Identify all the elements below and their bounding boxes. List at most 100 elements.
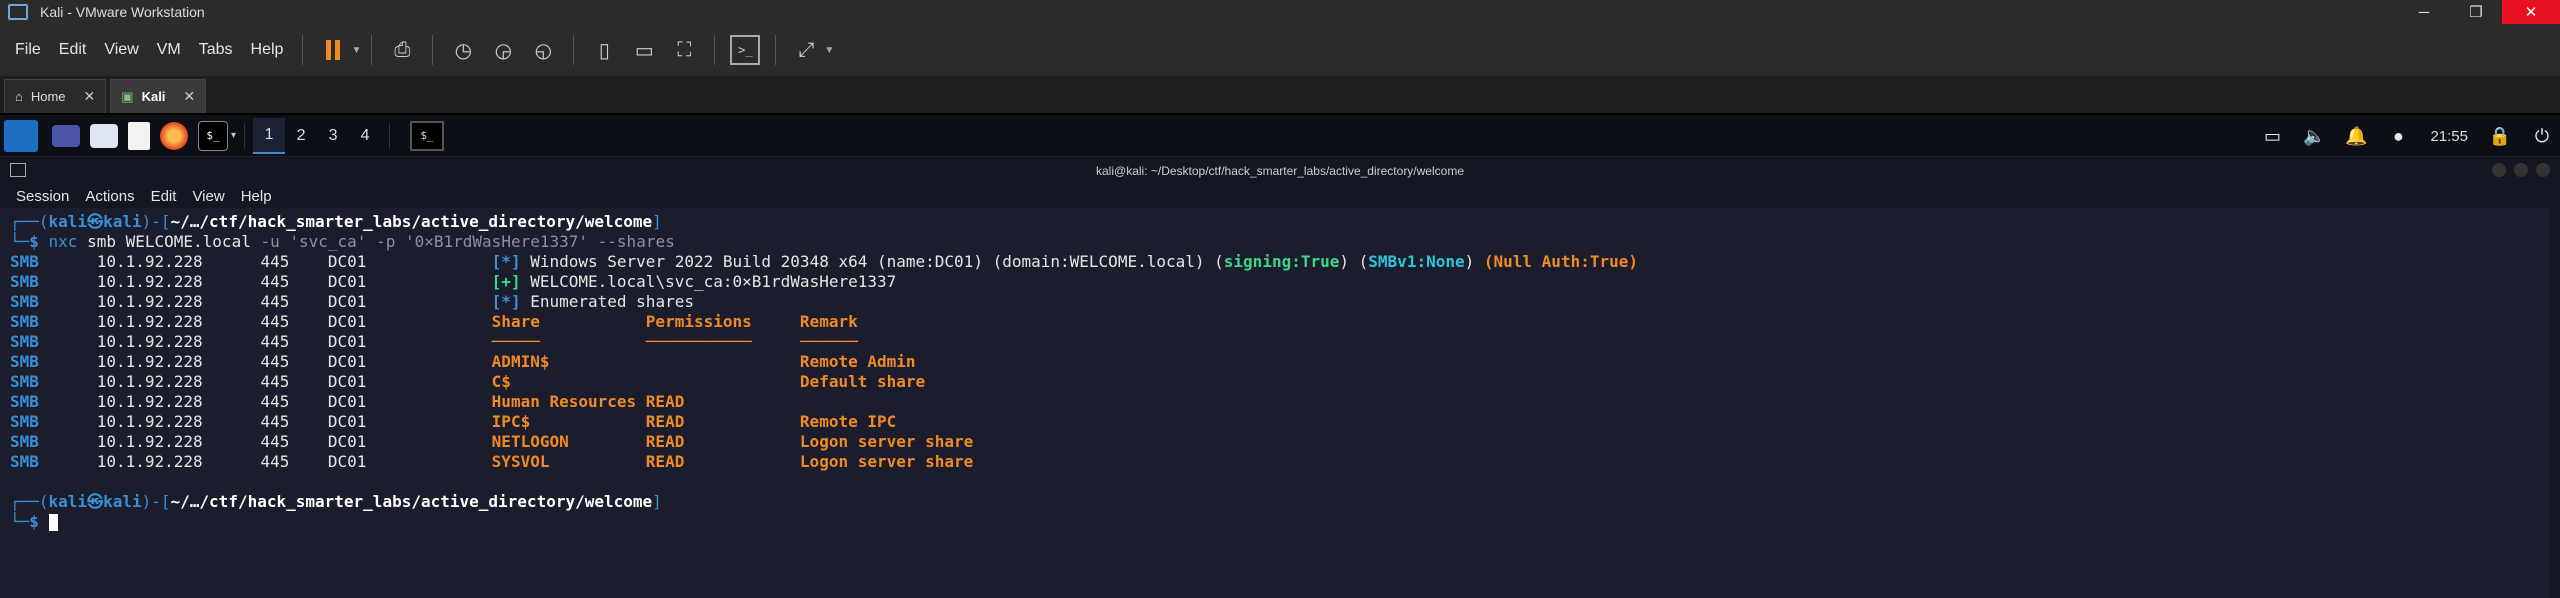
terminal-menu-bar: Session Actions Edit View Help: [0, 184, 2560, 208]
minimize-window-button[interactable]: [2492, 163, 2506, 177]
prompt-symbol: $: [29, 512, 49, 531]
snapshot-icon[interactable]: ◷: [448, 35, 478, 65]
close-tab-icon[interactable]: ✕: [84, 88, 96, 105]
terminal-task-button[interactable]: $_: [410, 120, 445, 151]
smb-proto: SMB: [10, 452, 97, 471]
workspace-1[interactable]: 1: [253, 117, 286, 154]
display-icon[interactable]: ▭: [2262, 126, 2282, 146]
prompt-host: kali: [103, 212, 142, 231]
prompt-at: ㉿: [87, 212, 104, 231]
pause-icon[interactable]: [318, 35, 348, 65]
workspace-2[interactable]: 2: [285, 118, 317, 154]
chevron-down-icon[interactable]: ▾: [231, 130, 236, 141]
share-permissions: READ: [645, 452, 800, 471]
shares-table-row: SMB 10.1.92.228 445 DC01 IPC$ READ Remot…: [10, 412, 2548, 432]
panel-separator: [389, 122, 391, 149]
share-permissions: READ: [645, 412, 800, 431]
smb-host: DC01: [327, 252, 492, 271]
console-view-icon[interactable]: >_: [730, 35, 761, 65]
menu-actions[interactable]: Actions: [77, 188, 142, 205]
vm-icon: ▣: [121, 88, 134, 104]
smb-proto: SMB: [10, 432, 97, 451]
toolbar-separator: [302, 35, 304, 65]
kali-menu-icon[interactable]: [4, 119, 38, 152]
menu-tabs[interactable]: Tabs: [190, 41, 242, 59]
close-tab-icon[interactable]: ✕: [183, 88, 195, 105]
maximize-window-button[interactable]: [2514, 163, 2528, 177]
smb-host: DC01: [327, 272, 492, 291]
smb-proto: SMB: [10, 372, 97, 391]
share-remark: Remote IPC: [799, 412, 897, 431]
firefox-icon[interactable]: [160, 121, 188, 150]
chevron-down-icon[interactable]: ▼: [351, 45, 361, 56]
terminal-app-icon[interactable]: $_: [198, 120, 228, 151]
close-button[interactable]: ✕: [2502, 0, 2560, 24]
smb-host: DC01: [327, 392, 492, 411]
smb-port: 445: [260, 312, 328, 331]
share-permissions: [646, 352, 800, 371]
power-status-icon[interactable]: ●: [2388, 126, 2408, 146]
show-desktop-icon[interactable]: [52, 124, 80, 147]
send-ctrl-alt-del-icon[interactable]: ⎙: [387, 35, 417, 65]
smb-host: DC01: [327, 412, 492, 431]
restore-button[interactable]: ❐: [2450, 0, 2502, 24]
tab-label: Home: [30, 89, 66, 104]
chevron-down-icon[interactable]: ▼: [824, 45, 834, 56]
shares-header-row: SMB 10.1.92.228 445 DC01 Share Permissio…: [10, 312, 2548, 332]
close-window-button[interactable]: [2536, 163, 2550, 177]
menu-view[interactable]: View: [184, 188, 232, 205]
smb-port: 445: [260, 432, 328, 451]
share-remark: Remote Admin: [799, 352, 916, 371]
menu-help[interactable]: Help: [233, 188, 280, 205]
output-text: ): [1464, 252, 1484, 271]
prompt-bracket: └─: [10, 232, 30, 251]
library-view-icon[interactable]: ▯: [589, 35, 619, 65]
shares-header-permissions: Permissions: [645, 312, 800, 331]
file-manager-icon[interactable]: [90, 123, 118, 148]
smbv1-value: SMBv1:None: [1368, 252, 1465, 271]
revert-snapshot-icon[interactable]: ◶: [488, 35, 518, 65]
menu-vm[interactable]: VM: [148, 41, 190, 59]
shares-table-row: SMB 10.1.92.228 445 DC01 Human Resources…: [10, 392, 2548, 412]
menu-view[interactable]: View: [95, 41, 147, 59]
output-line: SMB 10.1.92.228 445 DC01 [*] Windows Ser…: [10, 252, 2548, 272]
command-line: └─$ nxc smb WELCOME.local -u 'svc_ca' -p…: [10, 232, 2548, 252]
menu-file[interactable]: File: [6, 41, 50, 59]
notification-bell-icon[interactable]: 🔔: [2345, 126, 2367, 146]
workspace-3[interactable]: 3: [317, 118, 349, 154]
smb-port: 445: [260, 452, 328, 471]
thumbnail-view-icon[interactable]: ▭: [629, 35, 659, 65]
output-text: WELCOME.local\svc_ca:0×B1rdWasHere1337: [520, 272, 897, 291]
shares-underline-row: SMB 10.1.92.228 445 DC01 ───── ─────────…: [10, 332, 2548, 352]
menu-edit[interactable]: Edit: [143, 188, 185, 205]
smb-host: DC01: [327, 332, 492, 351]
prompt-line: ┌──(kali㉿kali)-[~/…/ctf/hack_smarter_lab…: [10, 492, 2548, 512]
fullscreen-icon[interactable]: ⛶: [669, 35, 699, 65]
menu-edit[interactable]: Edit: [50, 41, 96, 59]
smb-ip: 10.1.92.228: [96, 332, 261, 351]
panel-separator: [244, 122, 246, 149]
status-tag: [*]: [491, 252, 521, 271]
stretch-icon[interactable]: ⤢: [791, 35, 821, 65]
smb-proto: SMB: [10, 312, 97, 331]
volume-icon[interactable]: 🔈: [2303, 126, 2325, 146]
workspace-4[interactable]: 4: [349, 118, 381, 154]
smb-host: DC01: [327, 292, 492, 311]
clock[interactable]: 21:55: [2430, 128, 2468, 145]
minimize-button[interactable]: ─: [2398, 0, 2450, 24]
command-program: nxc: [48, 232, 78, 251]
text-editor-icon[interactable]: [128, 121, 150, 150]
lock-icon[interactable]: 🔒: [2489, 126, 2511, 146]
prompt-path: ~/…/ctf/hack_smarter_labs/active_directo…: [170, 212, 653, 231]
terminal-output[interactable]: ┌──(kali㉿kali)-[~/…/ctf/hack_smarter_lab…: [0, 208, 2548, 598]
tab-home[interactable]: ⌂ Home ✕: [4, 79, 107, 113]
vmware-tab-bar: ⌂ Home ✕ ▣ Kali ✕: [0, 76, 2560, 115]
tab-kali[interactable]: ▣ Kali ✕: [110, 79, 207, 113]
menu-session[interactable]: Session: [8, 188, 77, 205]
menu-help[interactable]: Help: [242, 41, 293, 59]
logout-icon[interactable]: ⏻: [2532, 126, 2552, 146]
prompt-bracket: )-[: [141, 492, 171, 511]
smb-host: DC01: [327, 312, 492, 331]
terminal-scrollbar[interactable]: [2550, 208, 2560, 598]
snapshot-manager-icon[interactable]: ◵: [528, 35, 558, 65]
